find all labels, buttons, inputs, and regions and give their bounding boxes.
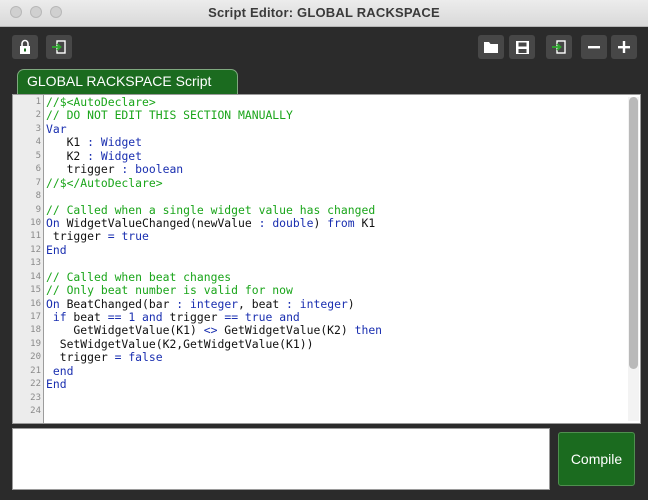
- code-line: 8: [13, 190, 640, 203]
- line-number: 5: [35, 150, 41, 161]
- line-number: 19: [30, 338, 41, 349]
- code-text: End: [46, 242, 67, 257]
- zoom-in-button[interactable]: [611, 35, 637, 59]
- code-text: On BeatChanged(bar : integer, beat : int…: [46, 296, 355, 311]
- code-line: 9 // Called when a single widget value ha…: [13, 202, 640, 217]
- save-button[interactable]: [509, 35, 535, 59]
- code-editor[interactable]: 1 //$<AutoDeclare> 2 // DO NOT EDIT THIS SE…: [12, 94, 641, 424]
- line-number: 11: [30, 231, 41, 242]
- code-line: 22 End: [13, 377, 640, 392]
- line-number: 22: [30, 379, 41, 390]
- code-line: 13: [13, 257, 640, 270]
- code-text: Var: [46, 121, 67, 136]
- code-line: 15 // Only beat number is valid for now: [13, 283, 640, 298]
- code-line: 21 end: [13, 363, 640, 378]
- code-line: 20 trigger = false: [13, 350, 640, 365]
- code-text: if beat == 1 and trigger == true and: [52, 310, 300, 324]
- title-bar: Script Editor: GLOBAL RACKSPACE: [0, 0, 648, 27]
- line-number: 1: [35, 97, 41, 107]
- code-line: 14 // Called when beat changes: [13, 269, 640, 284]
- code-line: 17 if beat == 1 and trigger == true and: [13, 310, 640, 324]
- open-button[interactable]: [478, 35, 504, 59]
- output-console[interactable]: [12, 428, 550, 490]
- code-text: SetWidgetValue(K2,GetWidgetValue(K1)): [46, 336, 314, 351]
- line-number: 10: [30, 217, 41, 228]
- toolbar: [0, 27, 648, 67]
- compile-button[interactable]: Compile: [558, 432, 635, 486]
- code-text: GetWidgetValue(K1) <> GetWidgetValue(K2)…: [46, 323, 383, 338]
- code-text: End: [46, 377, 67, 392]
- line-number: 6: [35, 164, 41, 175]
- code-line: 11 trigger = true: [13, 229, 640, 244]
- code-line: 24: [13, 405, 640, 418]
- code-lines: 1 //$<AutoDeclare> 2 // DO NOT EDIT THIS SE…: [13, 95, 640, 419]
- code-text: // Called when beat changes: [46, 269, 232, 284]
- open-folder-icon: [484, 42, 498, 53]
- code-text: trigger : boolean: [46, 162, 184, 177]
- code-line: 2 // DO NOT EDIT THIS SECTION MANUALLY: [13, 109, 640, 122]
- zoom-out-icon: [588, 46, 600, 49]
- code-text: trigger = true: [46, 229, 149, 244]
- code-line: 10 On WidgetValueChanged(newValue : doubl…: [13, 215, 640, 230]
- code-text: //$</AutoDeclare>: [46, 175, 163, 190]
- line-number: 14: [30, 271, 41, 282]
- export-button[interactable]: [546, 35, 572, 59]
- window-title: Script Editor: GLOBAL RACKSPACE: [208, 5, 440, 20]
- code-line: 1 //$<AutoDeclare>: [13, 95, 640, 109]
- line-number: 13: [30, 258, 41, 269]
- line-number: 8: [35, 191, 41, 202]
- code-line: 4 K1 : Widget: [13, 135, 640, 150]
- code-line: 16 On BeatChanged(bar : integer, beat : i…: [13, 296, 640, 311]
- zoom-out-button[interactable]: [581, 35, 607, 59]
- zoom-in-icon: [618, 41, 630, 53]
- line-number: 7: [35, 177, 41, 188]
- code-line: 23: [13, 392, 640, 405]
- code-text: K1 : Widget: [46, 135, 143, 150]
- code-text: // Called when a single widget value has…: [46, 202, 376, 217]
- line-number: 17: [30, 312, 41, 322]
- code-text: // DO NOT EDIT THIS SECTION MANUALLY: [46, 108, 293, 123]
- line-number: 15: [30, 285, 41, 296]
- code-text: On WidgetValueChanged(newValue : double)…: [46, 215, 376, 230]
- line-number: 24: [30, 406, 41, 417]
- code-line: 5 K2 : Widget: [13, 148, 640, 163]
- line-number: 4: [35, 137, 41, 148]
- code-line: 18 GetWidgetValue(K1) <> GetWidgetValue(…: [13, 323, 640, 338]
- save-icon: [515, 40, 529, 54]
- code-line: 7 //$</AutoDeclare>: [13, 175, 640, 190]
- code-line: 6 trigger : boolean: [13, 162, 640, 177]
- import-button[interactable]: [46, 35, 72, 59]
- bottom-strip: [0, 494, 648, 500]
- line-number: 18: [30, 325, 41, 336]
- line-number: 12: [30, 244, 41, 255]
- code-text: K2 : Widget: [46, 148, 143, 163]
- line-number: 23: [30, 392, 41, 403]
- lock-button[interactable]: [12, 35, 38, 59]
- code-text: //$<AutoDeclare>: [46, 95, 156, 109]
- code-line: 12 End: [13, 242, 640, 257]
- line-number: 9: [35, 204, 41, 215]
- line-number: 16: [30, 298, 41, 309]
- code-text: end: [52, 363, 74, 378]
- code-text: trigger = false: [46, 350, 163, 365]
- code-text: // Only beat number is valid for now: [46, 283, 293, 298]
- line-number: 2: [35, 110, 41, 121]
- line-number: 3: [35, 123, 41, 134]
- export-icon: [552, 40, 566, 54]
- tab-script-live[interactable]: GLOBAL RACKSPACE Script (Live): [17, 69, 238, 112]
- line-number: 21: [30, 365, 41, 376]
- line-number: 20: [30, 352, 41, 363]
- import-icon: [52, 40, 66, 54]
- code-line: 19 SetWidgetValue(K2,GetWidgetValue(K1)): [13, 336, 640, 351]
- lock-icon: [20, 39, 30, 54]
- scrollbar-thumb[interactable]: [629, 97, 638, 369]
- code-line: 3 Var: [13, 121, 640, 136]
